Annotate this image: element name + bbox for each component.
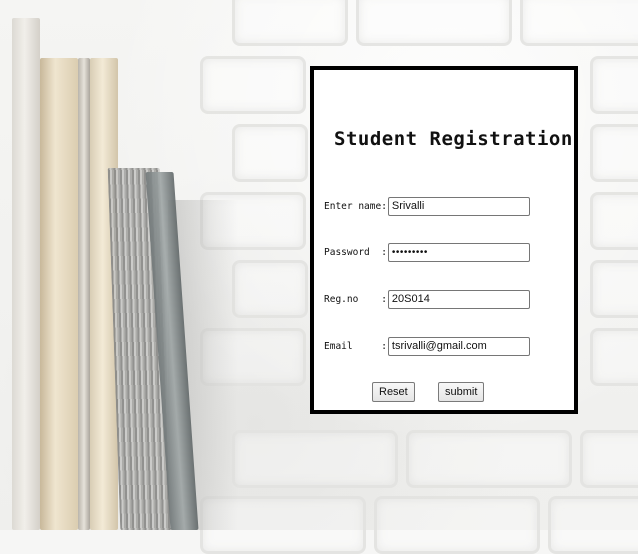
book-spine <box>12 18 40 530</box>
wall-brick <box>590 124 638 182</box>
wall-brick <box>374 496 540 554</box>
name-input[interactable]: Srivalli <box>387 196 530 216</box>
email-label: Email : <box>324 340 387 352</box>
wall-brick <box>548 496 638 554</box>
wall-brick <box>590 260 638 318</box>
password-row: Password : ••••••••• <box>324 242 530 262</box>
wall-brick <box>232 0 348 46</box>
wall-brick <box>232 260 308 318</box>
wall-brick <box>356 0 512 46</box>
wall-brick <box>232 430 398 488</box>
wall-brick <box>590 328 638 386</box>
wall-brick <box>406 430 572 488</box>
books-image <box>0 0 238 530</box>
wall-brick <box>232 124 308 182</box>
reset-button[interactable]: Reset <box>372 382 415 402</box>
regno-input[interactable]: 20S014 <box>387 289 530 309</box>
book-spine <box>40 58 78 530</box>
wall-brick <box>590 192 638 250</box>
wall-brick <box>580 430 638 488</box>
password-label: Password : <box>324 246 387 258</box>
password-input[interactable]: ••••••••• <box>387 242 530 262</box>
book-spine <box>78 58 90 530</box>
name-label: Enter name: <box>324 200 387 212</box>
registration-form: Student Registration Enter name: Srivall… <box>310 66 578 414</box>
regno-label: Reg.no : <box>324 293 387 305</box>
wall-brick <box>520 0 638 46</box>
email-row: Email : tsrivalli@gmail.com <box>324 336 530 356</box>
name-row: Enter name: Srivalli <box>324 196 530 216</box>
email-input[interactable]: tsrivalli@gmail.com <box>387 336 530 356</box>
form-title: Student Registration <box>334 128 573 150</box>
regno-row: Reg.no : 20S014 <box>324 289 530 309</box>
submit-button[interactable]: submit <box>438 382 485 402</box>
wall-brick <box>590 56 638 114</box>
